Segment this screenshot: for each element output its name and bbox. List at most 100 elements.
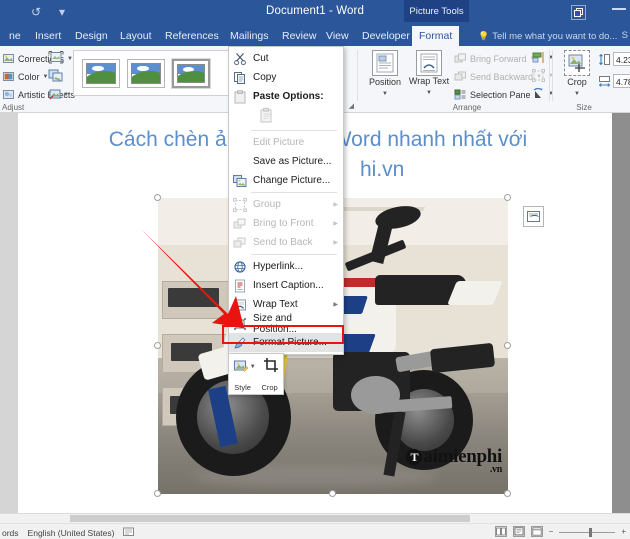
selection-pane-icon [454,88,467,101]
context-menu-label: Group [253,199,281,210]
proofing-errors-icon[interactable] [123,527,135,539]
picture-styles-dialog-launcher[interactable]: ◢ [349,102,354,110]
align-objects-button[interactable]: ▼ [532,50,554,65]
context-menu-label: Bring to Front [253,218,314,229]
ribbon-group-size: Crop ▼ 4.23 4.78 Size [552,46,630,113]
tab-layout[interactable]: Layout [113,26,159,46]
picture-styles-gallery[interactable]: ▲ ▼ ▾ [73,50,248,96]
context-menu-item-copy[interactable]: Copy [229,68,343,87]
chevron-down-icon[interactable]: ▼ [63,92,69,98]
picture-mini-toolbar[interactable]: ▼ Style Crop [228,353,284,395]
group-label-adjust: Adjust [2,103,25,112]
resize-handle-bottom-left[interactable] [154,490,161,497]
color-icon [2,70,15,83]
resize-handle-bottom-right[interactable] [504,490,511,497]
submenu-arrow-icon: ▶ [333,221,338,227]
document-title: Document1 - Word [266,5,364,17]
print-layout-icon[interactable] [512,526,525,537]
mini-style-label: Style [234,383,251,392]
mini-crop-button[interactable] [263,357,279,378]
word-count-label[interactable]: ords [2,528,19,538]
reset-picture-icon [48,88,61,101]
picture-style-option-selected[interactable] [172,58,210,88]
context-menu-paste-options-header: Paste Options: [229,87,343,106]
zoom-slider[interactable] [559,527,616,537]
scrollbar-thumb[interactable] [70,515,470,522]
submenu-arrow-icon: ▶ [333,302,338,308]
tab-home[interactable]: ne [2,26,28,46]
group-objects-icon [532,69,545,82]
watermark-initial: T [406,449,423,465]
align-objects-icon [532,51,545,64]
picture-style-option[interactable] [82,58,120,88]
remove-background-button[interactable] [48,50,64,70]
tab-references[interactable]: References [158,26,226,46]
chevron-down-icon[interactable]: ▼ [250,364,256,370]
shape-height-value[interactable]: 4.23 [613,52,630,66]
tab-format[interactable]: Format [412,26,460,46]
ribbon-group-arrange: Position ▼ Wrap Text ▼ Bring Forward ▼ S… [360,46,554,113]
compress-pictures-button[interactable] [48,68,64,88]
context-menu-item-format-picture[interactable]: Format Picture... [229,333,343,352]
context-menu-paste-option-keep-source [229,106,343,128]
context-menu-label: Format Picture... [253,337,327,348]
selection-pane-button[interactable]: Selection Pane [454,87,531,102]
restore-down-icon[interactable] [571,5,586,20]
shape-width-field[interactable]: 4.78 [598,74,630,88]
zoom-slider-thumb[interactable] [589,527,593,537]
tab-mailings[interactable]: Mailings [223,26,276,46]
resize-handle-bottom-center[interactable] [329,490,336,497]
context-menu-label: Wrap Text [253,299,298,310]
zoom-in-button[interactable]: + [621,527,626,536]
position-button[interactable]: Position ▼ [364,49,406,97]
chevron-down-icon[interactable]: ▼ [382,91,388,97]
context-menu-item-cut[interactable]: Cut [229,49,343,68]
picture-style-option[interactable] [127,58,165,88]
crop-button[interactable]: Crop ▼ [556,49,598,97]
resize-handle-top-right[interactable] [504,194,511,201]
resize-handle-middle-right[interactable] [504,342,511,349]
shape-width-value[interactable]: 4.78 [613,74,630,88]
send-backward-label: Send Backward [470,71,534,82]
language-label[interactable]: English (United States) [28,528,115,538]
context-menu-label: Send to Back [253,237,313,248]
tab-developer[interactable]: Developer [355,26,417,46]
wrap-text-button[interactable]: Wrap Text ▼ [408,49,450,96]
sign-in-label[interactable]: S [622,26,628,46]
context-menu-item-group: Group ▶ [229,195,343,214]
read-mode-icon[interactable] [494,526,507,537]
group-icon [233,198,247,212]
context-menu-item-edit-picture: Edit Picture [229,133,343,152]
lightbulb-icon: 💡 [478,31,490,41]
tab-design[interactable]: Design [68,26,115,46]
minimize-icon[interactable] [612,8,626,10]
context-menu-label: Cut [253,53,269,64]
scissors-icon [233,52,247,66]
tab-insert[interactable]: Insert [28,26,68,46]
title-bar: ↺ ▾ Document1 - Word Picture Tools [0,0,630,26]
zoom-out-button[interactable]: − [549,527,554,536]
shape-height-field[interactable]: 4.23 [598,52,630,66]
tell-me-search[interactable]: 💡 Tell me what you want to do... [478,26,617,46]
context-menu-item-change-picture[interactable]: Change Picture... [229,171,343,190]
rotate-objects-button[interactable]: ▼ [532,86,554,101]
shape-height-icon [598,53,611,66]
mini-style-button[interactable]: ▼ [233,359,256,375]
change-picture-icon [233,174,247,188]
picture-style-thumbnail [177,63,205,83]
tab-review[interactable]: Review [275,26,323,46]
horizontal-scrollbar[interactable] [0,513,630,523]
context-menu-separator [251,254,337,255]
resize-handle-top-left[interactable] [154,194,161,201]
reset-picture-button[interactable]: ▼ [48,87,69,102]
tab-view[interactable]: View [319,26,356,46]
crop-icon [264,357,279,372]
chevron-down-icon[interactable]: ▼ [426,90,432,96]
artistic-effects-button[interactable]: Artistic Effects ▼ [2,87,84,102]
resize-handle-middle-left[interactable] [154,342,161,349]
color-button[interactable]: Color ▼ [2,69,48,84]
chevron-down-icon[interactable]: ▼ [574,91,580,97]
web-layout-icon[interactable] [530,526,543,537]
layout-options-button[interactable] [523,206,544,227]
context-menu-item-save-as-picture[interactable]: Save as Picture... [229,152,343,171]
